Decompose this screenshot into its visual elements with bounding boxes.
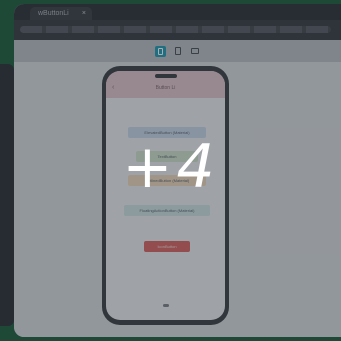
more-count-label: +4 [122, 132, 219, 202]
